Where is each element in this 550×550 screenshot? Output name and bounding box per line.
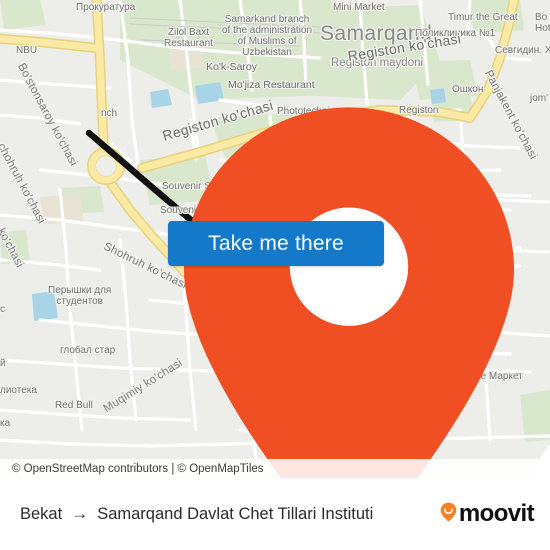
map-attribution: © OpenStreetMap contributors | © OpenMap…: [0, 459, 550, 478]
route-title: Bekat → Samarqand Davlat Chet Tillari In…: [20, 504, 440, 524]
destination-marker-dot[interactable]: [445, 337, 550, 478]
arrow-right-icon: →: [71, 504, 89, 523]
attribution-tiles[interactable]: © OpenMapTiles: [178, 463, 264, 475]
attribution-osm[interactable]: © OpenStreetMap contributors: [12, 463, 168, 475]
route-origin-label: Bekat: [20, 504, 63, 523]
moovit-wordmark: moovit: [458, 500, 535, 527]
map-canvas[interactable]: Прокуратура NBU Zilol Baxt Restaurant Samar…: [0, 0, 550, 478]
route-destination-label: Samarqand Davlat Chet Tillari Instituti: [97, 504, 374, 523]
moovit-logo[interactable]: moovit: [440, 500, 535, 528]
take-me-there-button[interactable]: Take me there: [168, 221, 384, 266]
moovit-pin-icon: [440, 502, 457, 527]
footer-bar: Bekat → Samarqand Davlat Chet Tillari In…: [0, 478, 550, 550]
attribution-separator: |: [168, 462, 178, 475]
moovit-map-share-card: Прокуратура NBU Zilol Baxt Restaurant Samar…: [0, 0, 550, 550]
